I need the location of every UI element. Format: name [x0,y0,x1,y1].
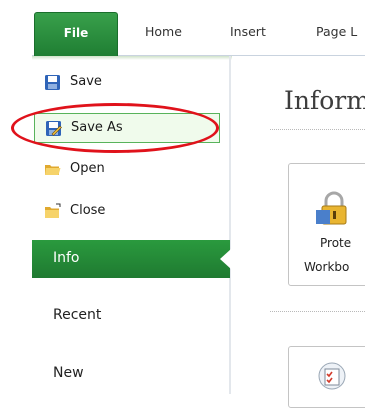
save-icon [44,74,61,91]
backstage-divider [229,56,231,394]
tab-file[interactable]: File [34,12,118,56]
open-label: Open [70,161,105,176]
nav-info-label: Info [53,250,80,266]
nav-recent-label: Recent [53,307,102,323]
nav-new-label: New [53,365,84,381]
lock-icon [316,190,352,230]
tab-page-layout[interactable]: Page L [316,12,357,52]
tab-home[interactable]: Home [145,12,182,52]
open-button[interactable]: Open [34,155,220,185]
backstage-top-shade [32,56,232,60]
checklist-icon [317,361,347,395]
save-button[interactable]: Save [34,68,220,98]
section-divider [270,311,365,312]
open-folder-icon [44,161,61,178]
protect-label-line1: Prote [320,236,352,250]
save-as-label: Save As [71,120,123,135]
close-button[interactable]: Close [34,197,220,227]
close-folder-icon [44,203,61,220]
close-label: Close [70,203,106,218]
nav-recent[interactable]: Recent [32,297,230,335]
save-as-button[interactable]: Save As [34,113,220,143]
check-for-issues-button[interactable] [288,346,365,408]
selected-nav-pointer [220,249,231,269]
nav-new[interactable]: New [32,355,230,393]
section-divider [270,129,365,130]
page-title: Inform [284,86,365,115]
save-label: Save [70,74,102,89]
tab-insert[interactable]: Insert [230,12,266,52]
protect-label-line2: Workbo [304,260,350,274]
nav-info[interactable]: Info [32,240,230,278]
save-as-icon [45,120,62,137]
